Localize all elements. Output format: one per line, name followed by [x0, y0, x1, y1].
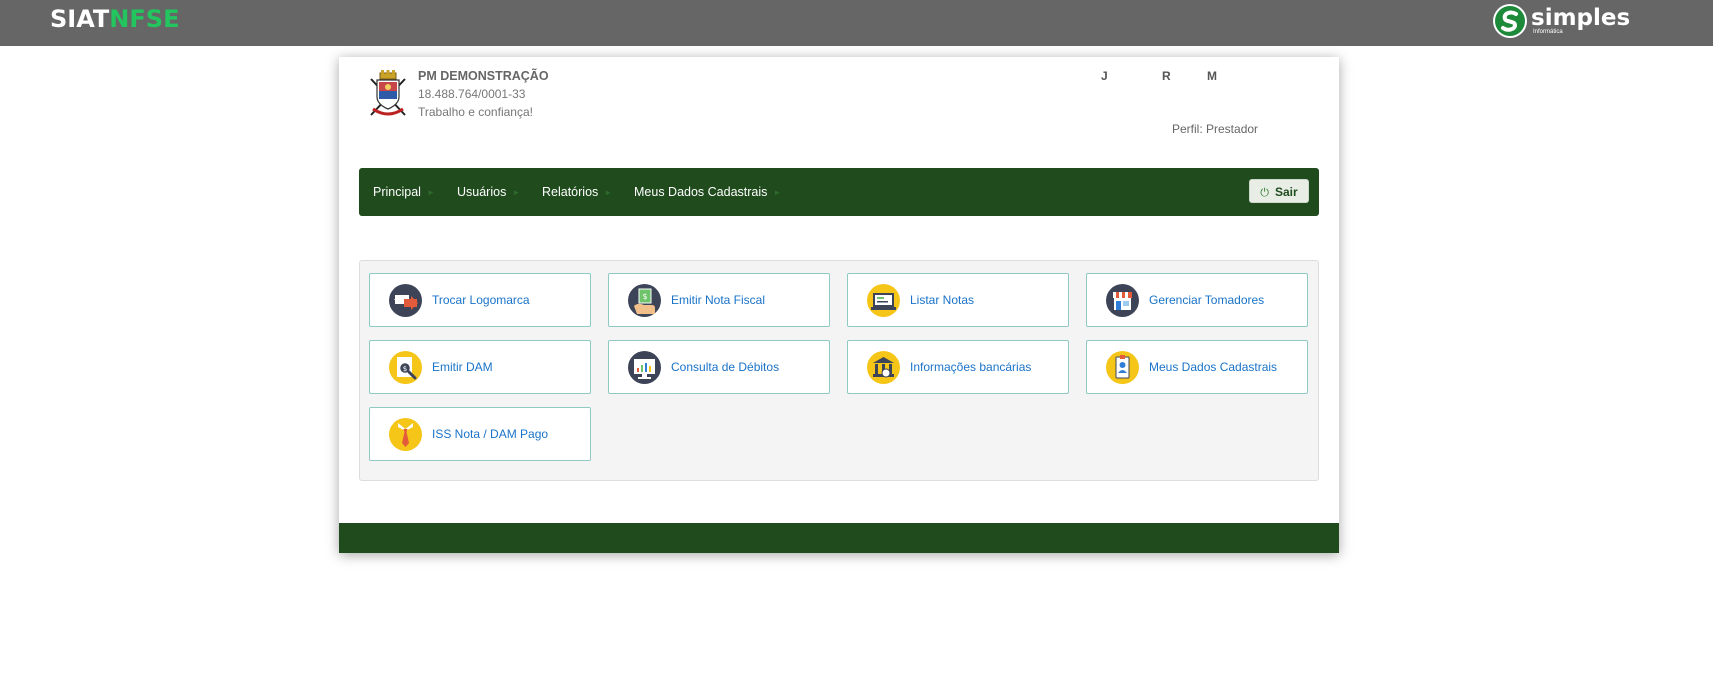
main-card: PM DEMONSTRAÇÃO 18.488.764/0001-33 Traba…	[339, 57, 1339, 553]
tile-label: Consulta de Débitos	[671, 360, 780, 374]
org-cnpj: 18.488.764/0001-33	[418, 87, 526, 101]
tile-label: Listar Notas	[910, 293, 975, 307]
tile-trocar-logomarca[interactable]: Trocar Logomarca	[369, 273, 591, 327]
power-icon: ⏻	[1260, 187, 1269, 199]
footer-bar	[339, 523, 1339, 553]
simples-s-icon	[1493, 4, 1527, 38]
simples-subtitle: Informática	[1533, 29, 1563, 35]
svg-text:$: $	[642, 292, 647, 301]
nav-usuarios[interactable]: Usuários ►	[457, 168, 520, 216]
nav-principal[interactable]: Principal ►	[373, 168, 435, 216]
user-initial-2: R	[1162, 69, 1171, 83]
nav-relatorios[interactable]: Relatórios ►	[542, 168, 612, 216]
svg-text:$: $	[403, 365, 407, 373]
main-navbar: Principal ► Usuários ► Relatórios ► Meus Da…	[359, 168, 1319, 216]
shortcuts-panel: Trocar Logomarca $ Emitir Nota Fiscal Li…	[359, 260, 1319, 481]
tile-label: Informações bancárias	[910, 360, 1032, 374]
nav-relatorios-label: Relatórios	[542, 185, 599, 199]
tile-label: Gerenciar Tomadores	[1149, 293, 1265, 307]
store-icon	[1106, 284, 1139, 317]
user-profile-label: Perfil: Prestador	[1172, 122, 1259, 136]
tile-emitir-nota-fiscal[interactable]: $ Emitir Nota Fiscal	[608, 273, 830, 327]
user-initial-3: M	[1207, 69, 1217, 83]
nav-meus-dados[interactable]: Meus Dados Cadastrais ►	[634, 168, 781, 216]
tile-meus-dados-cadastrais[interactable]: Meus Dados Cadastrais	[1086, 340, 1308, 394]
tie-icon	[389, 418, 422, 451]
tile-label: Emitir Nota Fiscal	[671, 293, 766, 307]
caret-right-icon: ►	[426, 187, 435, 197]
simples-name: simples	[1531, 5, 1631, 31]
brand-siat: SIAT	[50, 5, 110, 33]
siat-nfse-logo[interactable]: SIATNFSE	[50, 6, 179, 32]
top-bar: SIATNFSE simples Informática	[0, 0, 1713, 46]
simples-vendor-logo: simples Informática	[1493, 4, 1633, 40]
chart-monitor-icon	[628, 351, 661, 384]
logout-label: Sair	[1275, 185, 1298, 199]
nav-meus-dados-label: Meus Dados Cadastrais	[634, 185, 768, 199]
org-slogan: Trabalho e confiança!	[418, 105, 533, 119]
city-crest-icon	[365, 69, 411, 121]
org-name: PM DEMONSTRAÇÃO	[418, 69, 549, 83]
bank-icon	[867, 351, 900, 384]
swap-logo-icon	[389, 284, 422, 317]
tile-label: Meus Dados Cadastrais	[1149, 360, 1278, 374]
tile-iss-nota-dam-pago[interactable]: ISS Nota / DAM Pago	[369, 407, 591, 461]
tile-emitir-dam[interactable]: $ Emitir DAM	[369, 340, 591, 394]
tile-consulta-debitos[interactable]: Consulta de Débitos	[608, 340, 830, 394]
tile-label: ISS Nota / DAM Pago	[432, 427, 549, 441]
nav-usuarios-label: Usuários	[457, 185, 507, 199]
search-document-icon: $	[389, 351, 422, 384]
caret-right-icon: ►	[773, 187, 782, 197]
tile-label: Emitir DAM	[432, 360, 493, 374]
id-badge-icon	[1106, 351, 1139, 384]
user-initial-1: J	[1101, 69, 1108, 83]
tile-informacoes-bancarias[interactable]: Informações bancárias	[847, 340, 1069, 394]
tile-label: Trocar Logomarca	[432, 293, 530, 307]
list-invoices-icon	[867, 284, 900, 317]
caret-right-icon: ►	[512, 187, 521, 197]
logout-button[interactable]: ⏻ Sair	[1249, 179, 1309, 203]
tile-listar-notas[interactable]: Listar Notas	[847, 273, 1069, 327]
caret-right-icon: ►	[604, 187, 613, 197]
issue-invoice-icon: $	[628, 284, 661, 317]
nav-principal-label: Principal	[373, 185, 421, 199]
tile-gerenciar-tomadores[interactable]: Gerenciar Tomadores	[1086, 273, 1308, 327]
brand-nfse: NFSE	[109, 5, 180, 33]
